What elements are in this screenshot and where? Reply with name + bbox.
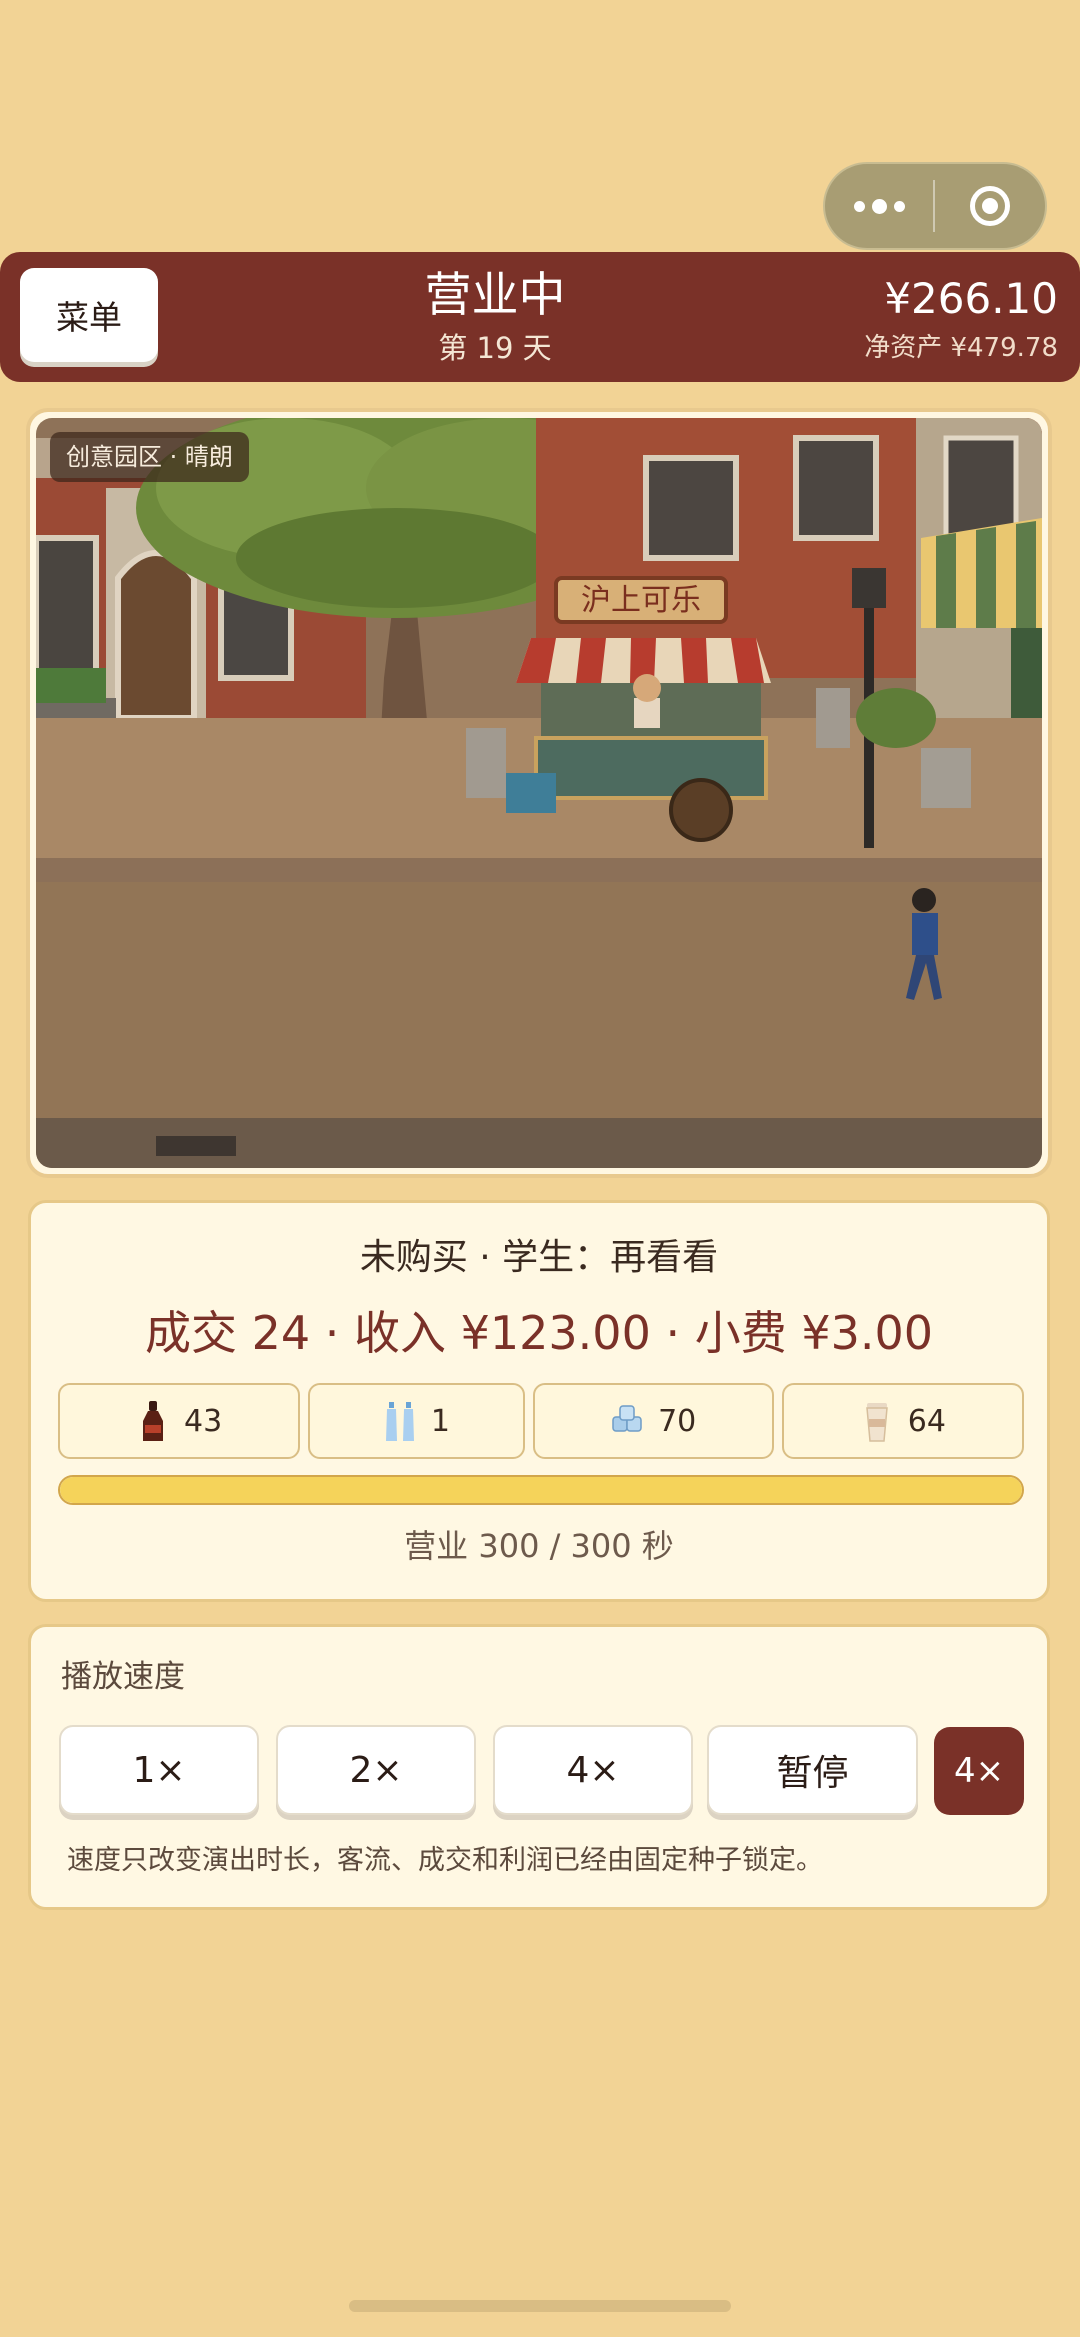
more-dots-icon[interactable] — [825, 164, 933, 248]
speed-2x-button[interactable]: 2× — [276, 1725, 476, 1815]
pause-button[interactable]: 暂停 — [707, 1725, 918, 1815]
speed-4x-button[interactable]: 4× — [493, 1725, 693, 1815]
business-status: 营业中 — [424, 268, 566, 323]
inventory-cola: 43 — [58, 1383, 301, 1459]
inventory-count: 70 — [658, 1403, 697, 1439]
street-illustration: 沪上可乐 — [36, 418, 1042, 1168]
business-progress-fill — [60, 1477, 1022, 1503]
inventory-ice: 70 — [532, 1383, 774, 1459]
water-bottles-icon — [385, 1402, 414, 1441]
inventory-count: 1 — [430, 1403, 450, 1439]
inventory-water: 1 — [308, 1383, 525, 1459]
paper-cup-icon — [865, 1403, 888, 1442]
cash-balance: ¥266.10 — [884, 274, 1058, 323]
menu-button[interactable]: 菜单 — [20, 268, 158, 362]
top-status-bar: 菜单 营业中 第 19 天 ¥266.10 净资产 ¥479.78 — [0, 252, 1080, 382]
playback-speed-title: 播放速度 — [61, 1659, 185, 1695]
miniprogram-capsule — [823, 162, 1047, 250]
speed-note: 速度只改变演出时长，客流、成交和利润已经由固定种子锁定。 — [67, 1845, 823, 1876]
inventory-count: 43 — [184, 1403, 223, 1439]
cola-bottle-icon — [143, 1401, 164, 1441]
inventory-row: 43 1 70 64 — [58, 1383, 1025, 1459]
target-circle-icon[interactable] — [935, 164, 1045, 248]
business-progress-text: 营业 300 / 300 秒 — [404, 1527, 674, 1565]
inventory-cups: 64 — [781, 1383, 1025, 1459]
street-scene-view[interactable]: 沪上可乐 创意园区 · 晴朗 — [36, 418, 1042, 1168]
sales-summary: 成交 24 · 收入 ¥123.00 · 小费 ¥3.00 — [144, 1306, 934, 1360]
current-speed-badge: 4× — [934, 1727, 1024, 1815]
net-assets: 净资产 ¥479.78 — [864, 333, 1058, 363]
stall-sign: 沪上可乐 — [581, 583, 701, 618]
business-stats-card: 未购买 · 学生：再看看 成交 24 · 收入 ¥123.00 · 小费 ¥3.… — [28, 1200, 1050, 1602]
inventory-count: 64 — [907, 1403, 946, 1439]
game-scene: 沪上可乐 创意园区 · 晴朗 — [26, 408, 1052, 1178]
day-counter: 第 19 天 — [438, 331, 552, 365]
ice-cubes-icon — [612, 1405, 642, 1432]
business-progress-bar — [58, 1475, 1024, 1505]
customer-status: 未购买 · 学生：再看看 — [359, 1237, 719, 1278]
location-weather-tag: 创意园区 · 晴朗 — [50, 432, 249, 482]
speed-1x-button[interactable]: 1× — [59, 1725, 259, 1815]
playback-speed-card: 播放速度 1× 2× 4× 暂停 4× 速度只改变演出时长，客流、成交和利润已经… — [28, 1624, 1050, 1910]
home-indicator — [349, 2300, 731, 2312]
